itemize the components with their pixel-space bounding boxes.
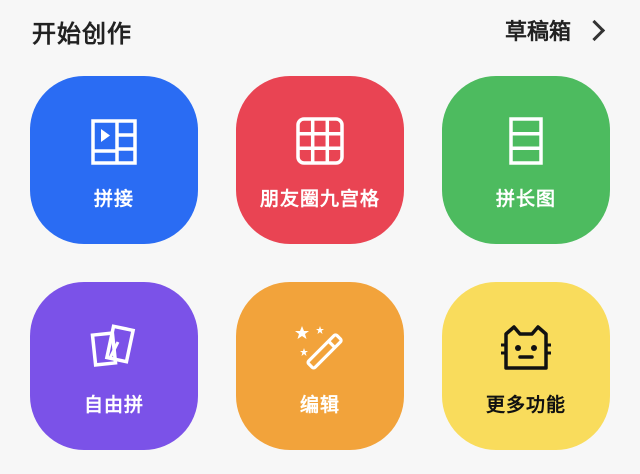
tile-label: 编辑 — [299, 393, 340, 416]
tile-label: 自由拼 — [83, 393, 144, 416]
tile-label: 更多功能 — [485, 393, 566, 416]
video-collage-icon — [91, 118, 137, 165]
chevron-right-icon — [583, 19, 606, 41]
free-collage-icon — [90, 323, 136, 367]
cat-face-icon — [501, 324, 551, 370]
tile-nine-grid[interactable]: 朋友圈九宫格 — [236, 76, 404, 244]
drafts-link[interactable]: 草稿箱 — [505, 14, 608, 46]
tile-free-collage[interactable]: 自由拼 — [30, 282, 198, 450]
tile-label: 朋友圈九宫格 — [259, 187, 380, 210]
long-image-icon — [509, 116, 543, 165]
nine-grid-icon — [296, 116, 344, 165]
tile-label: 拼长图 — [495, 187, 556, 210]
tile-long-image[interactable]: 拼长图 — [442, 76, 610, 244]
tile-stitch[interactable]: 拼接 — [30, 76, 198, 244]
page-title: 开始创作 — [32, 20, 132, 48]
magic-wand-icon — [295, 325, 343, 370]
tile-more-features[interactable]: 更多功能 — [442, 282, 610, 450]
tile-label: 拼接 — [93, 187, 134, 210]
drafts-label: 草稿箱 — [504, 20, 571, 45]
tile-edit[interactable]: 编辑 — [236, 282, 404, 450]
